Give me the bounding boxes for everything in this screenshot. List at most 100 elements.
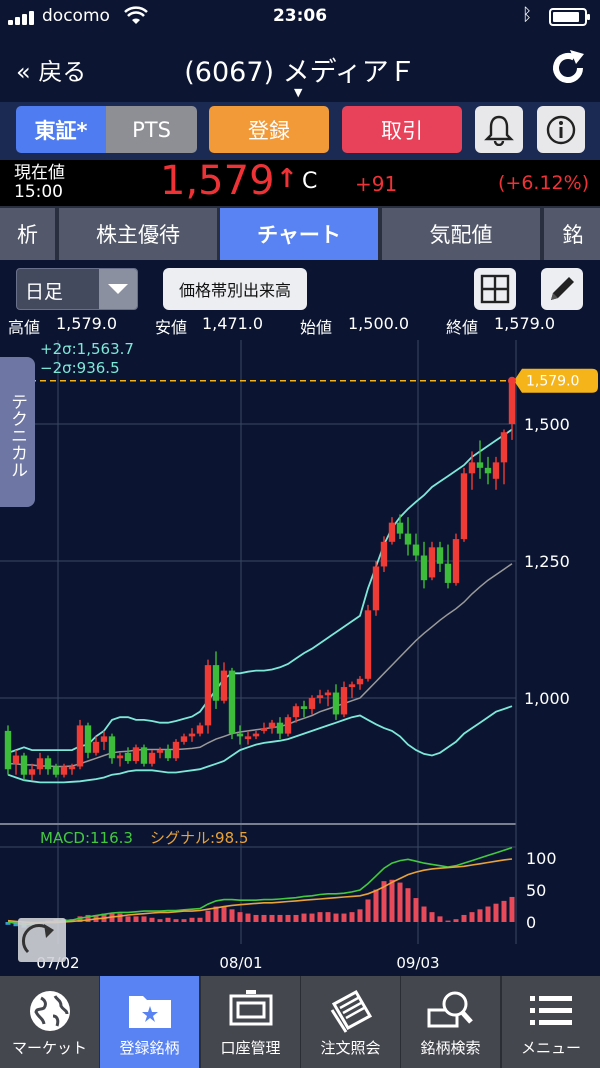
nav-orders[interactable]: 注文照会 xyxy=(301,976,400,1068)
candle-body xyxy=(476,462,484,468)
market-tse-button[interactable]: 東証* xyxy=(16,106,106,153)
candle-body xyxy=(252,733,260,737)
candle-body xyxy=(300,706,308,709)
tab-shareholder-benefits[interactable]: 株主優待 xyxy=(59,208,219,260)
macd-legend: MACD:116.3 xyxy=(40,829,133,847)
close-label: 終値 xyxy=(446,318,479,337)
candle-body xyxy=(364,610,372,679)
nav-orders-label: 注文照会 xyxy=(320,1039,381,1057)
macd-histogram-bar xyxy=(141,916,147,922)
period-select[interactable]: 日足 xyxy=(16,268,138,310)
technical-side-tab[interactable]: テクニカル xyxy=(0,357,35,507)
macd-tick-label: 100 xyxy=(526,849,557,868)
tab-stock[interactable]: 銘 xyxy=(544,208,600,260)
scroll-back-icon[interactable] xyxy=(18,918,66,962)
nav-market-label: マーケット xyxy=(11,1039,87,1057)
macd-histogram-bar xyxy=(277,914,283,922)
macd-histogram-bar xyxy=(301,913,307,922)
market-pts-button[interactable]: PTS xyxy=(106,106,197,153)
bottom-nav: マーケット 登録銘柄 口座管理 注文照会 銘柄検索 メニュー xyxy=(0,976,600,1068)
chart-controls: 日足 価格帯別出来高 高値 1,579.0 安値 1,471.0 始値 1,50… xyxy=(0,260,600,340)
volume-profile-button[interactable]: 価格帯別出来高 xyxy=(163,268,307,310)
nav-market[interactable]: マーケット xyxy=(0,976,99,1068)
candle-body xyxy=(28,769,36,775)
macd-histogram-bar xyxy=(357,909,363,922)
info-button[interactable] xyxy=(537,106,585,153)
candle-body xyxy=(156,750,164,753)
nav-watchlist[interactable]: 登録銘柄 xyxy=(100,976,199,1068)
nav-search[interactable]: 銘柄検索 xyxy=(401,976,500,1068)
macd-histogram-bar xyxy=(237,912,243,922)
price-change: +91 xyxy=(355,172,398,196)
menu-icon xyxy=(530,996,572,1025)
title-dropdown-icon[interactable]: ▼ xyxy=(294,86,302,99)
macd-histogram-bar xyxy=(181,919,187,922)
globe-icon xyxy=(29,991,70,1031)
current-price-title: 現在値 xyxy=(14,163,65,183)
macd-histogram-bar xyxy=(285,914,291,922)
candle-body xyxy=(348,684,356,688)
register-button[interactable]: 登録 xyxy=(209,106,329,153)
candle-body xyxy=(332,692,340,715)
macd-histogram-bar xyxy=(493,903,499,922)
reload-icon[interactable] xyxy=(548,48,588,88)
macd-histogram-bar xyxy=(269,914,275,922)
nav-bar: « 戻る (6067) メディアＦ ▼ xyxy=(0,34,600,102)
nav-menu-label: メニュー xyxy=(520,1039,581,1057)
close-value: 1,579.0 xyxy=(494,314,556,333)
nav-account[interactable]: 口座管理 xyxy=(201,976,300,1068)
candle-body xyxy=(484,467,492,474)
info-icon xyxy=(546,115,576,144)
candle-body xyxy=(372,566,380,611)
candle-body xyxy=(212,665,220,701)
action-bar: 東証* PTS 登録 取引 xyxy=(0,102,600,160)
nav-watchlist-label: 登録銘柄 xyxy=(119,1039,180,1057)
up-arrow-icon: ↑ xyxy=(276,164,298,194)
page-title[interactable]: (6067) メディアＦ xyxy=(0,50,600,89)
draw-button[interactable] xyxy=(541,268,583,310)
macd-histogram-bar xyxy=(253,914,259,922)
layout-grid-button[interactable] xyxy=(474,268,516,310)
macd-histogram-bar xyxy=(149,917,155,922)
clock: 23:06 xyxy=(272,6,328,26)
info-tabs: 析 株主優待 チャート 気配値 銘 xyxy=(0,206,600,260)
macd-histogram-bar xyxy=(333,913,339,922)
macd-histogram-bar xyxy=(437,916,443,922)
trade-button[interactable]: 取引 xyxy=(342,106,462,153)
candle-body xyxy=(92,741,100,753)
macd-histogram-bar xyxy=(389,879,395,922)
macd-tick-label: 0 xyxy=(526,913,536,932)
candle-body xyxy=(12,755,20,764)
macd-histogram-bar xyxy=(405,888,411,922)
x-tick-label: 08/01 xyxy=(219,954,262,972)
x-tick-label: 09/03 xyxy=(396,954,439,972)
candle-body xyxy=(444,563,452,583)
macd-histogram-bar xyxy=(469,912,475,922)
candle-body xyxy=(164,750,172,759)
bluetooth-icon: ᛒ xyxy=(522,5,533,25)
macd-histogram-bar xyxy=(445,920,451,922)
alert-button[interactable] xyxy=(475,106,523,153)
price-chart[interactable]: 1,5001,2501,0001,579.010050007/02 08/01 09… xyxy=(0,340,600,976)
candle-body xyxy=(180,736,188,742)
candle-body xyxy=(140,747,148,764)
candle-body xyxy=(196,725,204,734)
tab-quotes[interactable]: 気配値 xyxy=(382,208,542,260)
macd-histogram-bar xyxy=(309,913,315,922)
y-tick-label: 1,000 xyxy=(524,689,570,708)
candle-body xyxy=(244,736,252,740)
macd-tick-label: 50 xyxy=(526,881,546,900)
price-flag: C xyxy=(302,169,318,194)
macd-histogram-bar xyxy=(461,914,467,922)
nav-menu[interactable]: メニュー xyxy=(502,976,600,1068)
candle-body xyxy=(436,547,444,564)
y-tick-label: 1,500 xyxy=(524,415,570,434)
last-price-tag-label: 1,579.0 xyxy=(526,374,579,390)
candle-body xyxy=(20,755,28,775)
low-label: 安値 xyxy=(155,318,188,337)
candle-body xyxy=(276,722,284,734)
macd-histogram-bar xyxy=(173,919,179,922)
candle-body xyxy=(284,717,292,734)
tab-analysis[interactable]: 析 xyxy=(0,208,57,260)
tab-chart[interactable]: チャート xyxy=(220,208,380,260)
